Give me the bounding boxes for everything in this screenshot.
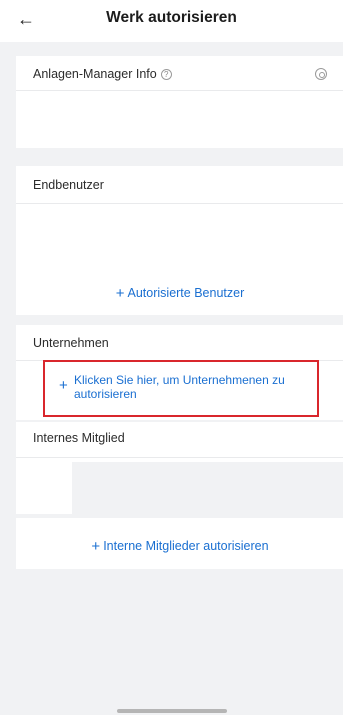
question-circle-icon[interactable]: ? [160,69,172,80]
plus-icon: + [59,377,68,394]
plant-manager-card: Anlagen-Manager Info? [16,56,343,148]
page-title: Werk autorisieren [106,9,237,26]
plus-icon: + [91,538,101,555]
authorize-internal-members-label: Interne Mitglieder autorisieren [103,539,269,553]
plant-manager-title: Anlagen-Manager Info? [33,67,172,81]
end-users-card: Endbenutzer + Autorisierte Benutzer [16,166,343,315]
companies-title: Unternehmen [33,336,109,350]
divider [16,203,343,204]
plus-icon: + [115,285,125,302]
authorize-users-link[interactable]: + Autorisierte Benutzer [16,285,343,302]
divider [16,90,343,91]
internal-members-header: Internes Mitglied [16,422,343,462]
header-bar: ← Werk autorisieren [0,0,343,42]
authorize-companies-label: Klicken Sie hier, um Unternehmenen zu au… [74,373,285,401]
gear-icon[interactable] [315,68,327,80]
end-users-title: Endbenutzer [33,178,104,192]
home-indicator [117,709,227,713]
authorize-users-label: Autorisierte Benutzer [127,286,245,300]
internal-members-body [16,458,72,514]
internal-members-card: + Interne Mitglieder autorisieren [16,518,343,569]
internal-members-title: Internes Mitglied [33,431,125,445]
authorize-internal-members-link[interactable]: + Interne Mitglieder autorisieren [16,538,343,555]
